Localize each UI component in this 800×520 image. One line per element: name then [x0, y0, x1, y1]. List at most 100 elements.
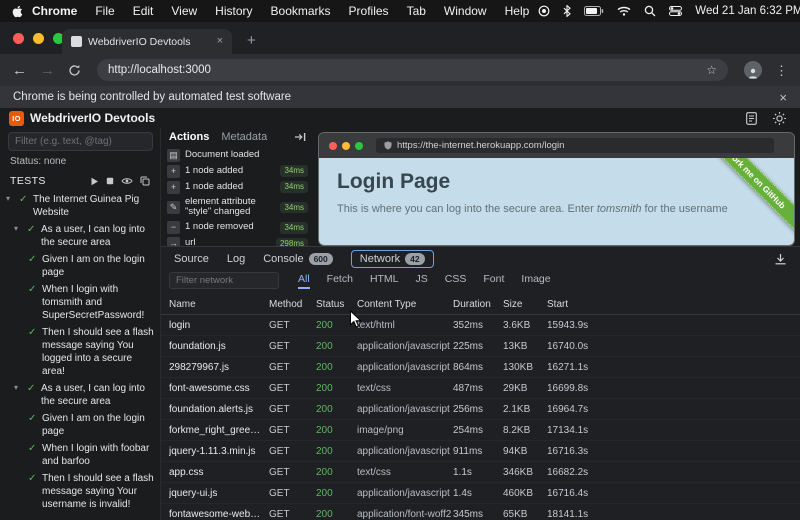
- duration-badge: 34ms: [280, 181, 308, 193]
- filter-tab-font[interactable]: Font: [483, 273, 504, 289]
- control-center-icon[interactable]: [669, 6, 682, 16]
- stop-tests-button[interactable]: [106, 177, 114, 185]
- browser-preview[interactable]: https://the-internet.herokuapp.com/login…: [318, 132, 795, 246]
- network-row[interactable]: font-awesome.cssGET200text/css487ms29KB1…: [161, 378, 800, 399]
- watch-tests-button[interactable]: [121, 177, 133, 185]
- network-row[interactable]: foundation.jsGET200application/javascrip…: [161, 336, 800, 357]
- devtools-tab-log[interactable]: Log: [227, 253, 245, 265]
- network-row[interactable]: jquery-1.11.3.min.jsGET200application/ja…: [161, 441, 800, 462]
- menu-item-bookmarks[interactable]: Bookmarks: [262, 4, 340, 18]
- network-row[interactable]: 298279967.jsGET200application/javascript…: [161, 357, 800, 378]
- cell-ctype: text/html: [357, 320, 453, 331]
- apple-menu-icon[interactable]: [12, 5, 23, 18]
- chevron-down-icon[interactable]: ▾: [14, 382, 23, 408]
- back-button[interactable]: ←: [12, 63, 27, 78]
- cell-dur: 911ms: [453, 446, 503, 457]
- menu-item-edit[interactable]: Edit: [124, 4, 163, 18]
- bluetooth-icon[interactable]: [563, 5, 571, 17]
- reload-button[interactable]: [68, 64, 81, 77]
- test-tree-item[interactable]: ▾✓As a user, I can log into the secure a…: [0, 380, 160, 410]
- cell-start: 16271.1s: [547, 362, 800, 373]
- action-item[interactable]: +1 node added34ms: [161, 163, 314, 179]
- action-item[interactable]: +1 node added34ms: [161, 179, 314, 195]
- forward-button[interactable]: →: [40, 63, 55, 78]
- run-tests-button[interactable]: [90, 177, 99, 186]
- screen-record-icon[interactable]: [538, 5, 550, 17]
- column-header: Duration: [453, 299, 503, 310]
- collapse-panel-button[interactable]: [294, 132, 306, 142]
- network-header-row: NameMethodStatusContent TypeDurationSize…: [161, 295, 800, 315]
- browser-menu-icon[interactable]: ⋮: [775, 64, 788, 77]
- search-icon[interactable]: [644, 5, 656, 17]
- filter-tab-css[interactable]: CSS: [445, 273, 467, 289]
- tab-close-icon[interactable]: ×: [217, 36, 223, 47]
- cell-method: GET: [269, 446, 316, 457]
- cell-ctype: application/javascript: [357, 488, 453, 499]
- download-icon[interactable]: [774, 253, 787, 265]
- theme-toggle-sun-icon[interactable]: [773, 112, 786, 125]
- filter-tab-js[interactable]: JS: [416, 273, 428, 289]
- network-row[interactable]: jquery-ui.jsGET200application/javascript…: [161, 483, 800, 504]
- network-row[interactable]: loginGET200text/html352ms3.6KB15943.9s: [161, 315, 800, 336]
- menu-item-help[interactable]: Help: [496, 4, 539, 18]
- network-filter-input[interactable]: [169, 272, 279, 289]
- wifi-icon[interactable]: [617, 6, 631, 16]
- network-row[interactable]: app.cssGET200text/css1.1s346KB16682.2s: [161, 462, 800, 483]
- test-tree-item[interactable]: ✓Then I should see a flash message sayin…: [0, 470, 160, 513]
- profile-avatar[interactable]: [744, 61, 762, 79]
- menubar-clock[interactable]: Wed 21 Jan 6:32 PM: [695, 5, 800, 17]
- plus-icon: +: [167, 181, 180, 194]
- network-row[interactable]: forkme_right_green_0072...GET200image/pn…: [161, 420, 800, 441]
- app-title: WebdriverIO Devtools: [30, 111, 155, 125]
- address-bar[interactable]: http://localhost:3000 ☆: [97, 59, 728, 81]
- tab-metadata[interactable]: Metadata: [221, 131, 267, 143]
- tests-filter-input[interactable]: [8, 132, 153, 151]
- menu-item-chrome[interactable]: Chrome: [23, 4, 86, 18]
- test-tree-item[interactable]: ✓Given I am on the login page: [0, 251, 160, 281]
- network-row[interactable]: fontawesome-webfont.wof...GET200applicat…: [161, 504, 800, 520]
- chevron-down-icon[interactable]: ▾: [14, 223, 23, 249]
- menu-item-profiles[interactable]: Profiles: [340, 4, 398, 18]
- cell-name: font-awesome.css: [169, 383, 269, 394]
- action-item[interactable]: →url298ms: [161, 236, 314, 246]
- bookmark-star-icon[interactable]: ☆: [706, 64, 717, 76]
- infobar-close-icon[interactable]: ×: [779, 91, 787, 104]
- browser-tab[interactable]: WebdriverIO Devtools ×: [62, 29, 232, 54]
- devtools-tab-console[interactable]: Console600: [263, 253, 333, 265]
- test-label: Then I should see a flash message saying…: [42, 326, 154, 378]
- test-tree-item[interactable]: ▾✓The Internet Guinea Pig Website: [0, 191, 160, 221]
- copy-icon[interactable]: [140, 176, 150, 186]
- test-tree-item[interactable]: ✓When I login with foobar and barfoo: [0, 440, 160, 470]
- filter-tab-html[interactable]: HTML: [370, 273, 399, 289]
- report-icon[interactable]: [746, 112, 757, 125]
- cell-dur: 345ms: [453, 509, 503, 520]
- menu-item-window[interactable]: Window: [435, 4, 496, 18]
- count-badge: 600: [309, 253, 333, 265]
- devtools-tab-network[interactable]: Network42: [351, 250, 434, 268]
- test-tree-item[interactable]: ✓When I login with tomsmith and SuperSec…: [0, 281, 160, 324]
- devtools-tab-source[interactable]: Source: [174, 253, 209, 265]
- menu-item-tab[interactable]: Tab: [398, 4, 435, 18]
- action-item[interactable]: ✎element attribute "style" changed34ms: [161, 195, 314, 220]
- test-tree-item[interactable]: ✓Given I am on the login page: [0, 410, 160, 440]
- test-tree-item[interactable]: ▾✓As a user, I can log into the secure a…: [0, 221, 160, 251]
- tab-actions[interactable]: Actions: [169, 131, 209, 143]
- status-filter[interactable]: Status: none: [0, 153, 160, 169]
- window-close-button[interactable]: [13, 33, 24, 44]
- filter-tab-fetch[interactable]: Fetch: [327, 273, 353, 289]
- battery-icon[interactable]: [584, 6, 604, 16]
- window-minimize-button[interactable]: [33, 33, 44, 44]
- action-item[interactable]: −1 node removed34ms: [161, 220, 314, 236]
- new-tab-button[interactable]: +: [247, 33, 256, 48]
- test-tree-item[interactable]: ✓Then I should see a flash message sayin…: [0, 324, 160, 380]
- menu-item-file[interactable]: File: [86, 4, 123, 18]
- menu-item-view[interactable]: View: [162, 4, 206, 18]
- action-item[interactable]: ▤Document loaded: [161, 147, 314, 163]
- filter-tab-all[interactable]: All: [298, 273, 310, 289]
- chevron-down-icon[interactable]: ▾: [6, 193, 15, 219]
- column-header: Start: [547, 299, 800, 310]
- menu-item-history[interactable]: History: [206, 4, 261, 18]
- cell-method: GET: [269, 488, 316, 499]
- filter-tab-image[interactable]: Image: [521, 273, 550, 289]
- network-row[interactable]: foundation.alerts.jsGET200application/ja…: [161, 399, 800, 420]
